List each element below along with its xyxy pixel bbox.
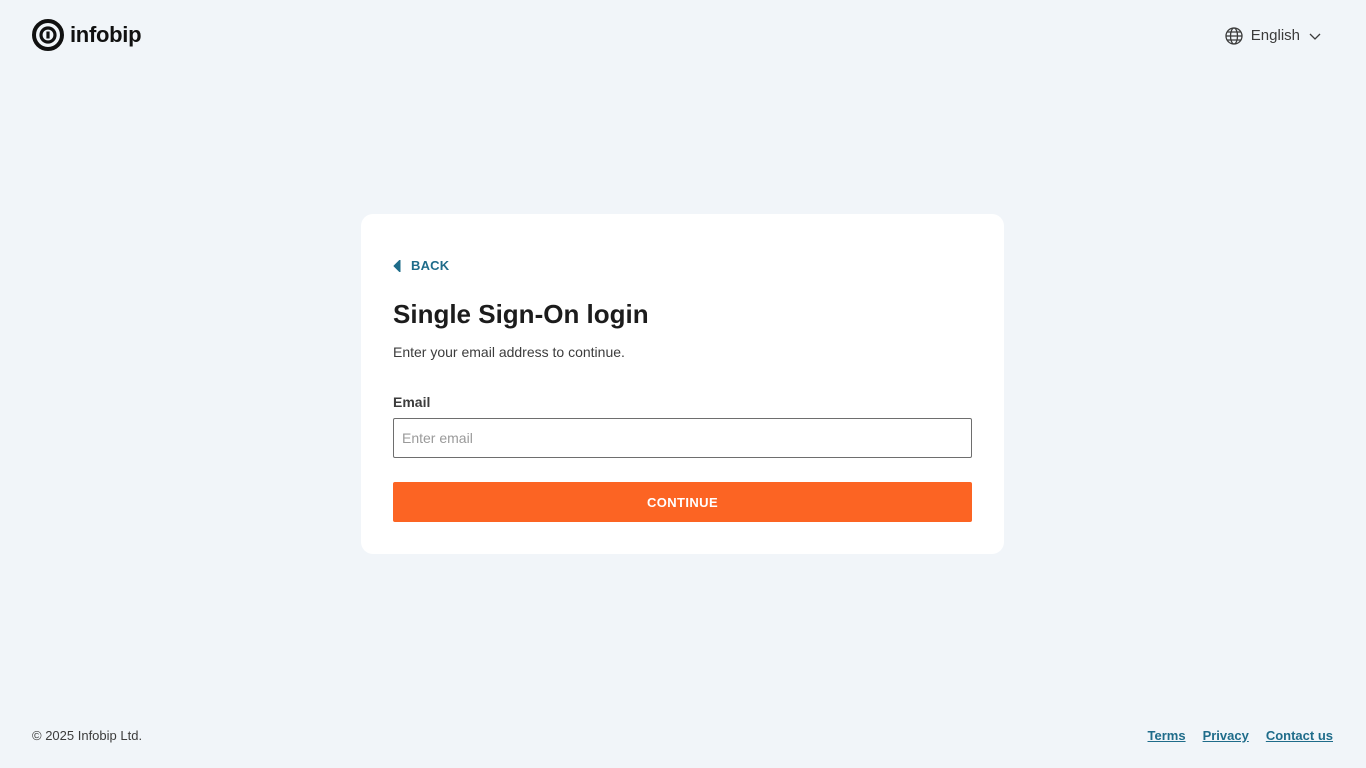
infobip-logo[interactable]: infobip: [32, 19, 142, 51]
continue-button[interactable]: CONTINUE: [393, 482, 972, 522]
copyright-text: © 2025 Infobip Ltd.: [32, 728, 143, 743]
terms-link[interactable]: Terms: [1148, 728, 1186, 744]
email-input[interactable]: [393, 418, 972, 458]
language-label: English: [1250, 27, 1300, 44]
globe-icon: [1225, 27, 1243, 45]
chevron-down-icon: [1308, 29, 1322, 43]
sso-login-card: BACK Single Sign-On login Enter your ema…: [361, 214, 1004, 554]
page-subtitle: Enter your email address to continue.: [393, 344, 625, 360]
language-selector[interactable]: English: [1225, 26, 1322, 46]
logo-text: infobip: [70, 22, 142, 47]
back-label: BACK: [411, 258, 450, 273]
caret-left-icon: [393, 259, 401, 272]
page-title: Single Sign-On login: [393, 299, 649, 329]
infobip-logo-icon: [32, 19, 64, 51]
back-button[interactable]: BACK: [393, 258, 449, 273]
login-page: infobip English BACK Single Sign-On logi…: [0, 0, 1366, 768]
privacy-link[interactable]: Privacy: [1203, 728, 1249, 744]
footer-links: Terms Privacy Contact us: [1148, 728, 1334, 744]
contact-us-link[interactable]: Contact us: [1266, 728, 1333, 744]
email-label: Email: [393, 394, 431, 410]
